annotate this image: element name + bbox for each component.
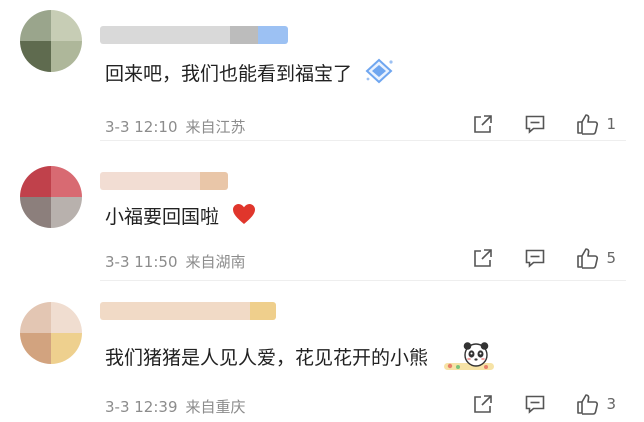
comment-icon: [524, 393, 546, 415]
share-button[interactable]: [472, 113, 494, 135]
share-icon: [472, 247, 494, 269]
share-button[interactable]: [472, 393, 494, 415]
comment-location: 来自重庆: [185, 398, 246, 416]
like-count: 3: [606, 395, 616, 413]
like-button[interactable]: 3: [576, 393, 616, 415]
comment-actions: 5: [442, 247, 616, 269]
comment-meta: 3-3 12:10 来自江苏: [105, 116, 246, 137]
thumbs-up-icon: [576, 113, 600, 135]
comment-text: 小福要回国啦: [105, 202, 257, 233]
username-blurred[interactable]: [100, 26, 288, 44]
comment-meta: 3-3 12:39 来自重庆: [105, 396, 246, 417]
comment-location: 来自湖南: [185, 253, 246, 271]
like-button[interactable]: 5: [576, 247, 616, 269]
share-icon: [472, 393, 494, 415]
share-icon: [472, 113, 494, 135]
panda-sticker-icon: [440, 337, 498, 380]
comment-text: 回来吧，我们也能看到福宝了: [105, 58, 394, 91]
comment-location: 来自江苏: [185, 118, 246, 136]
comment-text-content: 小福要回国啦: [105, 206, 220, 228]
comment-time: 3-3 11:50: [105, 253, 178, 271]
reply-button[interactable]: [524, 113, 546, 135]
red-heart-icon: [231, 202, 257, 233]
username-blurred[interactable]: [100, 172, 228, 190]
comment-actions: 1: [442, 113, 616, 135]
like-count: 1: [606, 115, 616, 133]
comment-text-content: 回来吧，我们也能看到福宝了: [105, 63, 353, 85]
share-button[interactable]: [472, 247, 494, 269]
username-blurred[interactable]: [100, 302, 276, 320]
avatar[interactable]: [20, 166, 82, 228]
comment-time: 3-3 12:10: [105, 118, 178, 136]
comment-meta: 3-3 11:50 来自湖南: [105, 251, 246, 272]
diamond-badge-icon: [364, 58, 394, 91]
thumbs-up-icon: [576, 393, 600, 415]
comment-icon: [524, 247, 546, 269]
comment-text: 我们猪猪是人见人爱，花见花开的小熊: [105, 337, 498, 380]
avatar[interactable]: [20, 302, 82, 364]
comment-actions: 3: [442, 393, 616, 415]
thumbs-up-icon: [576, 247, 600, 269]
comment-text-content: 我们猪猪是人见人爱，花见花开的小熊: [105, 347, 429, 369]
comment-icon: [524, 113, 546, 135]
comment-item: 回来吧，我们也能看到福宝了 3-3 12:10 来自江苏 1: [0, 0, 644, 140]
comment-item: 我们猪猪是人见人爱，花见花开的小熊 3-3 12:39 来自重庆 3: [0, 280, 644, 420]
reply-button[interactable]: [524, 247, 546, 269]
like-button[interactable]: 1: [576, 113, 616, 135]
avatar[interactable]: [20, 10, 82, 72]
comment-item: 小福要回国啦 3-3 11:50 来自湖南 5: [0, 140, 644, 280]
comment-time: 3-3 12:39: [105, 398, 178, 416]
reply-button[interactable]: [524, 393, 546, 415]
like-count: 5: [606, 249, 616, 267]
